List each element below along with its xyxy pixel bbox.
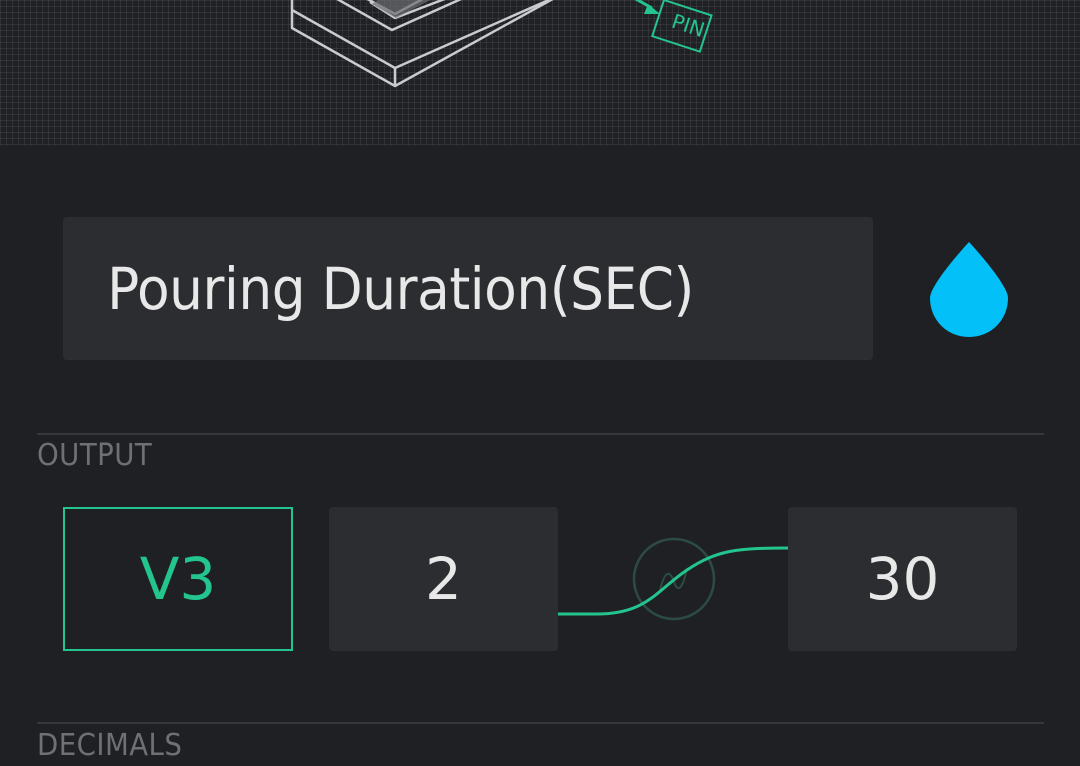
pin-value: V3 bbox=[139, 545, 217, 613]
output-section-label: OUTPUT bbox=[37, 438, 153, 473]
value-mapping-curve bbox=[558, 537, 789, 621]
device-illustration: PIN bbox=[290, 0, 713, 88]
pin-tag: PIN bbox=[669, 9, 708, 42]
max-value-input[interactable]: 30 bbox=[788, 507, 1017, 651]
color-picker-button[interactable] bbox=[928, 240, 1010, 338]
water-drop-icon bbox=[930, 242, 1008, 337]
widget-name-value: Pouring Duration(SEC) bbox=[107, 254, 694, 323]
min-value: 2 bbox=[425, 545, 462, 613]
min-value-input[interactable]: 2 bbox=[329, 507, 558, 651]
decimals-divider bbox=[37, 722, 1044, 724]
widget-name-input[interactable]: Pouring Duration(SEC) bbox=[63, 217, 873, 360]
output-divider bbox=[37, 433, 1044, 435]
header-illustration: PIN bbox=[0, 0, 1080, 145]
pin-selector-button[interactable]: V3 bbox=[63, 507, 293, 651]
max-value: 30 bbox=[865, 545, 940, 613]
decimals-section-label: DECIMALS bbox=[37, 728, 183, 763]
